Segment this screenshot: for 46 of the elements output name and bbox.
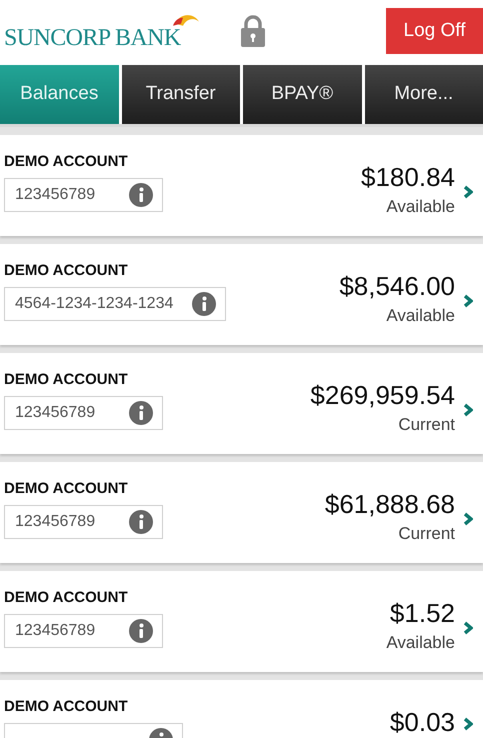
chevron-right-icon[interactable]	[463, 717, 473, 732]
account-card[interactable]: DEMO ACCOUNT 123456789 $61,888.68 Current	[0, 462, 483, 563]
account-number: 123456789	[15, 402, 96, 422]
tab[interactable]: Transfer	[122, 65, 240, 124]
logoff-button[interactable]: Log Off	[386, 8, 483, 54]
account-name: DEMO ACCOUNT	[4, 152, 129, 172]
balance-amount: $0.03	[390, 706, 455, 738]
balance-amount: $8,546.00	[339, 270, 455, 302]
account-name: DEMO ACCOUNT	[4, 261, 129, 281]
chevron-right-icon[interactable]	[463, 403, 473, 417]
chevron-right-icon[interactable]	[463, 512, 473, 526]
balance-type: Current	[398, 414, 455, 436]
account-card[interactable]: DEMO ACCOUNT 123456789 $1.52 Available	[0, 571, 483, 672]
account-number: 123456789	[15, 184, 96, 204]
balance-amount: $61,888.68	[324, 488, 455, 520]
info-icon[interactable]	[128, 508, 154, 534]
account-card[interactable]: DEMO ACCOUNT $0.03	[0, 680, 483, 738]
account-number: 4564-1234-1234-1234	[15, 294, 174, 314]
balance-amount: $180.84	[361, 161, 455, 194]
tab[interactable]: BPAY®	[243, 65, 362, 124]
logo-text: SUNCORP BANK	[4, 26, 181, 50]
chevron-right-icon[interactable]	[463, 294, 473, 308]
balance-type: Available	[386, 632, 455, 654]
info-icon[interactable]	[191, 290, 218, 316]
account-name: DEMO ACCOUNT	[4, 370, 129, 390]
account-name: DEMO ACCOUNT	[4, 588, 129, 608]
info-icon[interactable]	[128, 182, 154, 208]
account-card[interactable]: DEMO ACCOUNT 123456789 $269,959.54 Current	[0, 353, 483, 454]
balance-type: Available	[386, 304, 455, 326]
balance-type: Current	[398, 522, 455, 544]
chevron-right-icon[interactable]	[463, 621, 473, 635]
account-number: 123456789	[15, 512, 96, 532]
account-name: DEMO ACCOUNT	[4, 697, 129, 717]
account-number: 123456789	[15, 620, 96, 640]
chevron-right-icon[interactable]	[463, 185, 473, 199]
account-card[interactable]: DEMO ACCOUNT 123456789 $180.84 Available	[0, 135, 483, 236]
account-name: DEMO ACCOUNT	[4, 479, 129, 499]
balance-amount: $1.52	[390, 597, 455, 630]
balance-type: Available	[386, 196, 455, 218]
account-card[interactable]: DEMO ACCOUNT 4564-1234-1234-1234 $8,546.00 Available	[0, 244, 483, 345]
tab[interactable]: More...	[364, 65, 483, 124]
balance-amount: $269,959.54	[310, 379, 455, 412]
padlock-icon	[238, 14, 267, 48]
info-icon[interactable]	[128, 400, 154, 426]
logo-swoosh-icon	[172, 13, 199, 26]
info-icon[interactable]	[128, 618, 154, 644]
